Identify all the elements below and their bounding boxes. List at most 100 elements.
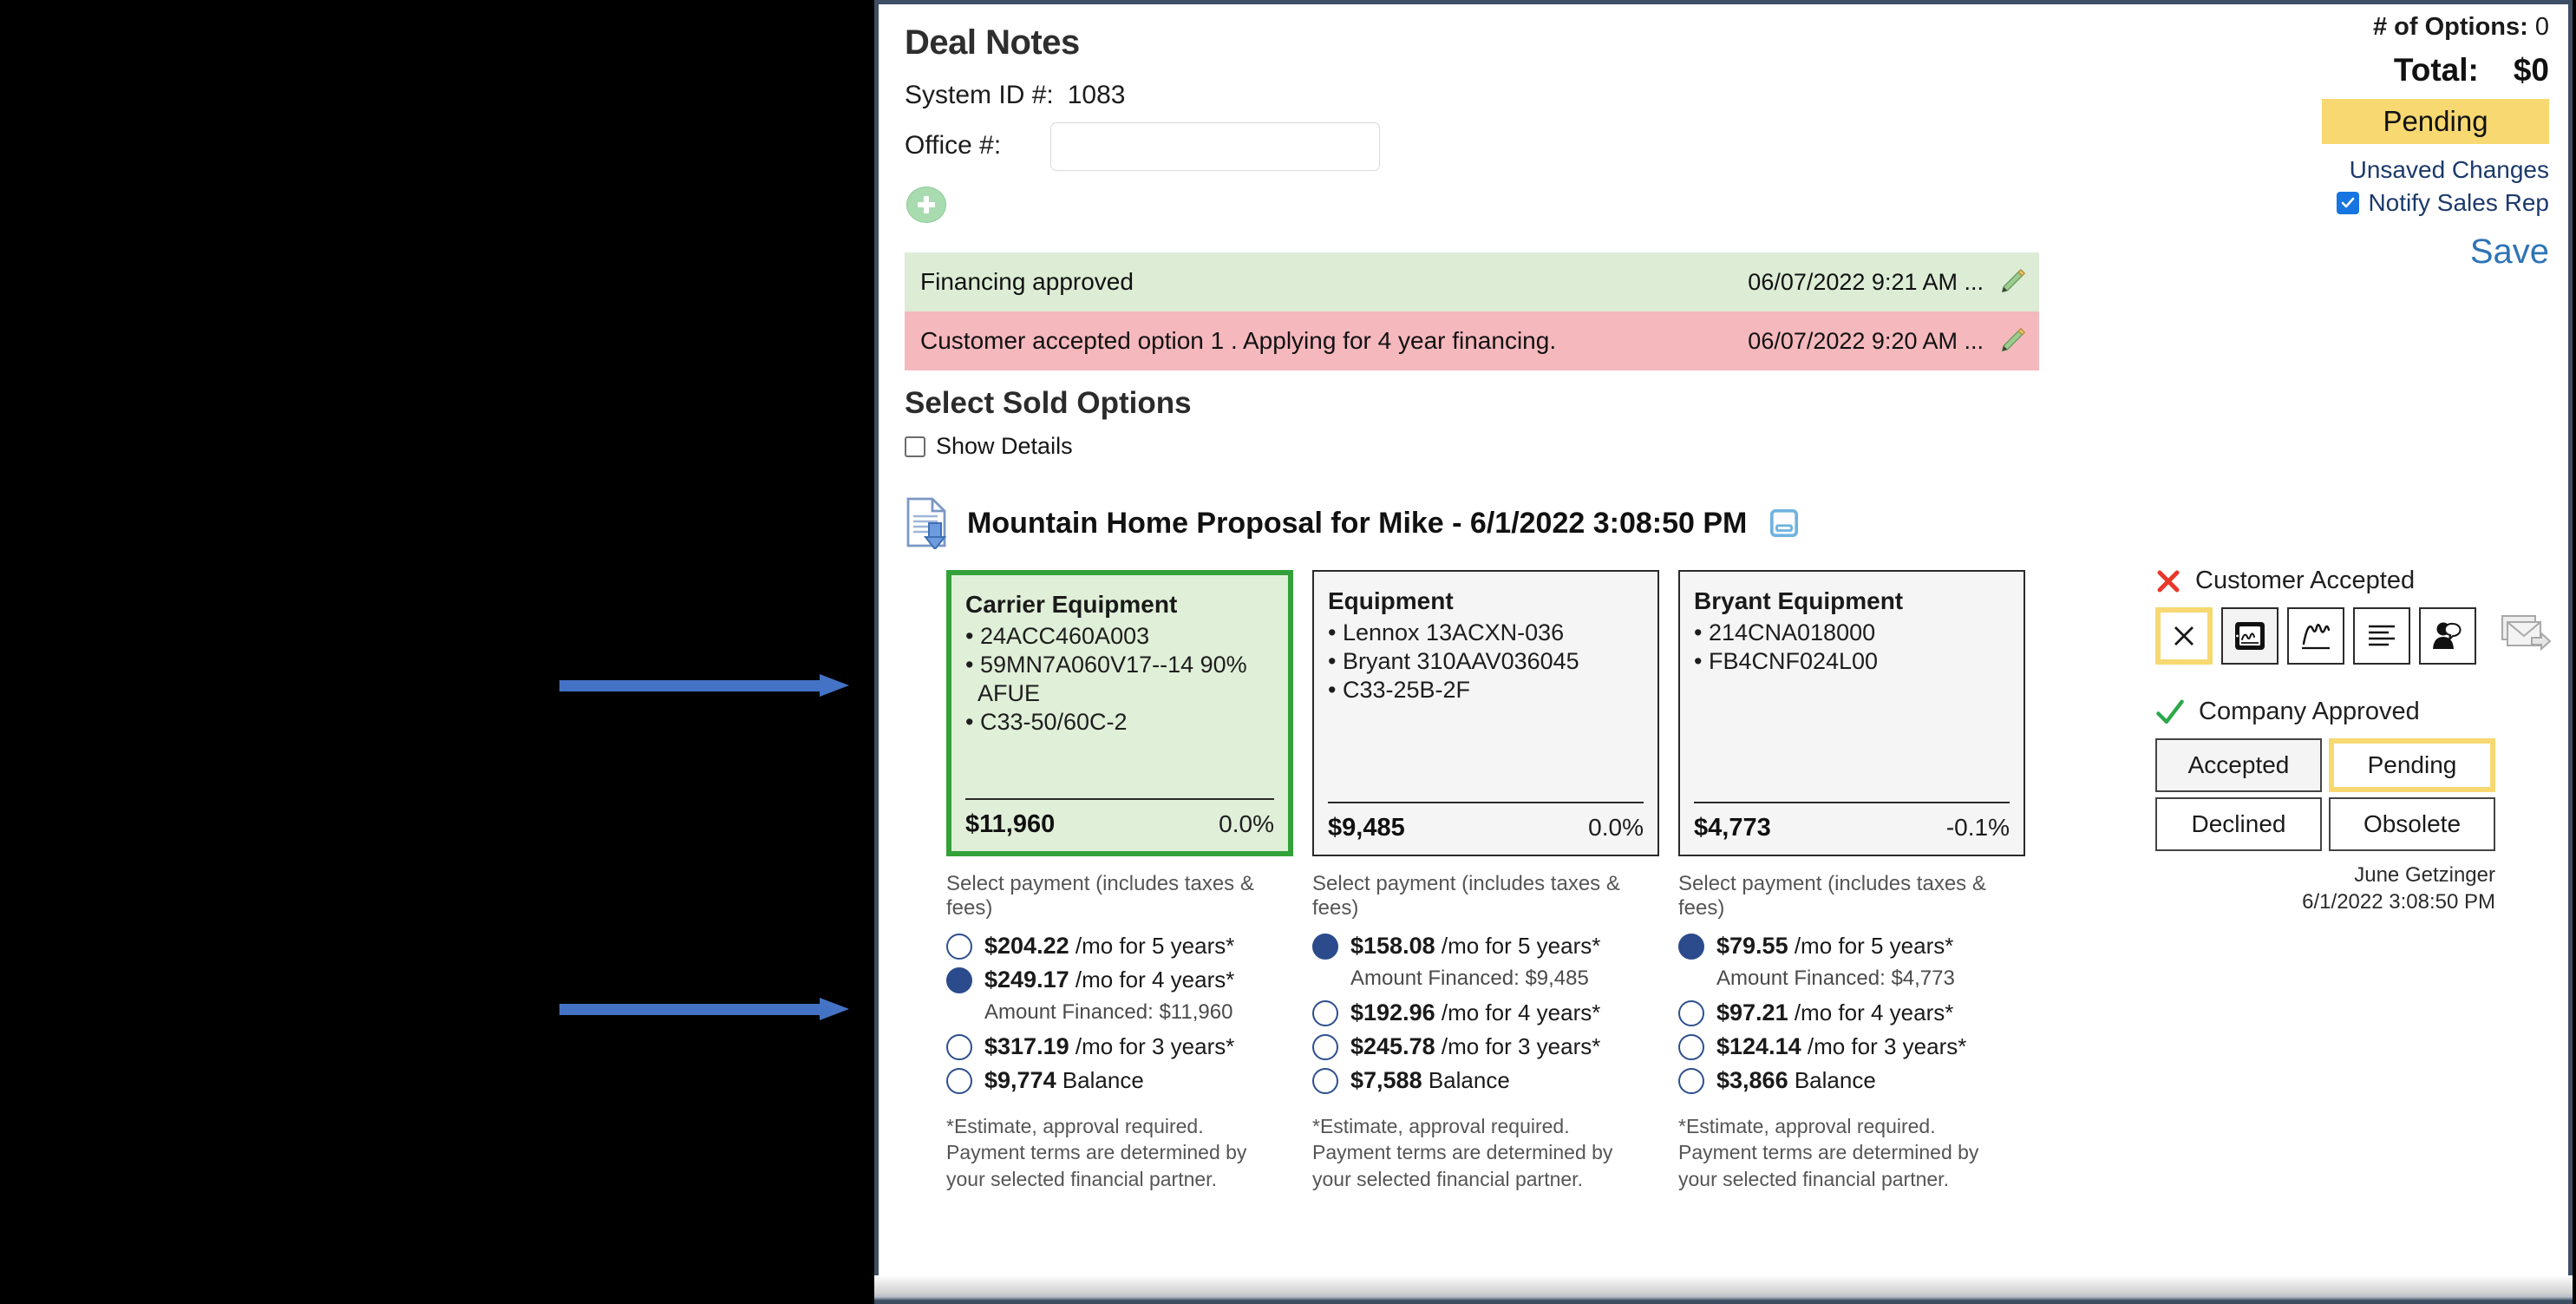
- payment-option[interactable]: $249.17 /mo for 4 years*: [946, 967, 1293, 993]
- signature-button-row: [2155, 607, 2563, 665]
- card-item: 24ACC460A003: [965, 622, 1274, 651]
- payment-option[interactable]: $79.55 /mo for 5 years*: [1678, 933, 2025, 960]
- collapse-icon[interactable]: [1769, 508, 1799, 538]
- status-obsolete-button[interactable]: Obsolete: [2329, 797, 2495, 851]
- status-pending-button[interactable]: Pending: [2329, 738, 2495, 792]
- pencil-icon[interactable]: [1997, 267, 2027, 297]
- payment-option[interactable]: $192.96 /mo for 4 years*: [1312, 999, 1659, 1026]
- office-number-input[interactable]: [1050, 122, 1380, 171]
- payment-option[interactable]: $204.22 /mo for 5 years*: [946, 933, 1293, 960]
- payment-option[interactable]: $97.21 /mo for 4 years*: [1678, 999, 2025, 1026]
- status-declined-button[interactable]: Declined: [2155, 797, 2322, 851]
- show-details-checkbox[interactable]: [905, 436, 925, 457]
- show-details-toggle[interactable]: Show Details: [905, 433, 1073, 460]
- payment-amount: $79.55: [1716, 933, 1788, 959]
- amount-financed: Amount Financed: $11,960: [984, 1000, 1233, 1024]
- payment-radio[interactable]: [1312, 999, 1338, 1026]
- note-row[interactable]: Customer accepted option 1 . Applying fo…: [905, 311, 2039, 370]
- signer-name: June Getzinger: [2354, 863, 2495, 887]
- tablet-signature-icon: [2235, 622, 2265, 650]
- payment-option[interactable]: $245.78 /mo for 3 years*: [1312, 1033, 1659, 1060]
- payment-option[interactable]: $9,774 Balance: [946, 1067, 1293, 1094]
- card-percent: 0.0%: [1219, 810, 1274, 837]
- payment-radio[interactable]: [946, 967, 972, 993]
- payment-column-header: Select payment (includes taxes & fees): [946, 872, 1254, 920]
- card-percent: -0.1%: [1945, 814, 2010, 841]
- horizontal-scrollbar[interactable]: [874, 1275, 2573, 1304]
- payment-radio[interactable]: [946, 1033, 972, 1060]
- option-card[interactable]: Equipment Lennox 13ACXN-036 Bryant 310AA…: [1312, 570, 1659, 856]
- payment-radio[interactable]: [946, 933, 972, 960]
- payment-radio[interactable]: [1678, 1067, 1704, 1094]
- note-text: Customer accepted option 1 . Applying fo…: [920, 327, 1557, 354]
- annotation-arrow-1: [559, 674, 849, 697]
- check-green-icon: [2156, 699, 2184, 724]
- payment-label: $9,774 Balance: [984, 1067, 1144, 1094]
- status-badge[interactable]: Pending: [2322, 99, 2549, 144]
- signature-button[interactable]: [2287, 607, 2344, 665]
- total-label: Total:: [2393, 52, 2479, 88]
- card-heading: Carrier Equipment: [965, 591, 1178, 618]
- notify-checkbox[interactable]: [2337, 192, 2360, 214]
- option-cards: Carrier Equipment 24ACC460A003 59MN7A060…: [946, 570, 2025, 856]
- decline-x-button[interactable]: [2155, 607, 2213, 665]
- payment-radio[interactable]: [946, 1067, 972, 1094]
- payment-label: $7,588 Balance: [1350, 1067, 1510, 1094]
- note-date: 06/07/2022 9:20 AM ...: [1748, 327, 1984, 354]
- payment-term: /mo for 4 years*: [1794, 999, 1954, 1026]
- payment-label: $192.96 /mo for 4 years*: [1350, 999, 1600, 1026]
- tablet-signature-button[interactable]: [2221, 607, 2279, 665]
- page-title: Deal Notes: [905, 23, 1080, 62]
- card-footer: $4,773 -0.1%: [1694, 802, 2010, 842]
- payment-radio[interactable]: [1312, 1033, 1338, 1060]
- note-row[interactable]: Financing approved 06/07/2022 9:21 AM ..…: [905, 252, 2039, 311]
- payment-amount: $7,588: [1350, 1067, 1422, 1093]
- x-icon: [2174, 626, 2194, 645]
- option-card[interactable]: Carrier Equipment 24ACC460A003 59MN7A060…: [946, 570, 1293, 856]
- card-footer: $11,960 0.0%: [965, 798, 1274, 839]
- office-number-label: Office #:: [905, 131, 1002, 160]
- lines-document-button[interactable]: [2353, 607, 2410, 665]
- card-heading: Bryant Equipment: [1694, 587, 1904, 614]
- notes-list: Financing approved 06/07/2022 9:21 AM ..…: [905, 252, 2039, 370]
- payment-column-header: Select payment (includes taxes & fees): [1312, 872, 1620, 920]
- person-speech-icon: [2433, 622, 2462, 649]
- notify-sales-rep-toggle[interactable]: Notify Sales Rep: [2322, 189, 2549, 217]
- notify-sales-rep-label: Notify Sales Rep: [2368, 189, 2549, 216]
- payment-radio[interactable]: [1678, 1033, 1704, 1060]
- payment-term: /mo for 5 years*: [1794, 933, 1954, 959]
- payment-term: /mo for 3 years*: [1075, 1033, 1235, 1059]
- screenshot-root: Deal Notes System ID #: 1083 Office #: Fi…: [0, 0, 2576, 1304]
- payment-radio[interactable]: [1678, 933, 1704, 960]
- card-heading: Equipment: [1328, 587, 1454, 614]
- payment-label: $245.78 /mo for 3 years*: [1350, 1033, 1600, 1060]
- payment-amount: $9,774: [984, 1067, 1056, 1093]
- payment-radio[interactable]: [1312, 1067, 1338, 1094]
- payment-option[interactable]: $317.19 /mo for 3 years*: [946, 1033, 1293, 1060]
- payment-radio[interactable]: [1678, 999, 1704, 1026]
- add-note-button[interactable]: [906, 187, 946, 223]
- option-card[interactable]: Bryant Equipment 214CNA018000 FB4CNF024L…: [1678, 570, 2025, 856]
- document-download-icon[interactable]: [905, 497, 950, 549]
- payment-radio[interactable]: [1312, 933, 1338, 960]
- payment-option[interactable]: $7,588 Balance: [1312, 1067, 1659, 1094]
- card-item: C33-50/60C-2: [965, 708, 1274, 737]
- send-email-icon[interactable]: [2499, 613, 2553, 659]
- payment-option[interactable]: $3,866 Balance: [1678, 1067, 2025, 1094]
- customer-accepted-header: Customer Accepted: [2155, 567, 2563, 595]
- payment-option[interactable]: $124.14 /mo for 3 years*: [1678, 1033, 2025, 1060]
- payment-disclaimer: *Estimate, approval required. Payment te…: [946, 1115, 1247, 1190]
- person-speech-button[interactable]: [2419, 607, 2476, 665]
- card-price: $9,485: [1328, 814, 1405, 842]
- lines-document-icon: [2369, 625, 2395, 646]
- card-item: C33-25B-2F: [1328, 676, 1644, 704]
- status-accepted-button[interactable]: Accepted: [2155, 738, 2322, 792]
- save-button[interactable]: Save: [2322, 233, 2549, 272]
- payment-option[interactable]: $158.08 /mo for 5 years*: [1312, 933, 1659, 960]
- payment-column: Select payment (includes taxes & fees) $…: [1312, 872, 1659, 1192]
- pencil-icon[interactable]: [1997, 326, 2027, 356]
- payment-columns: Select payment (includes taxes & fees) $…: [946, 872, 2025, 1192]
- card-item-list: 214CNA018000 FB4CNF024L00: [1694, 619, 2010, 676]
- payment-amount: $124.14: [1716, 1033, 1801, 1059]
- payment-column: Select payment (includes taxes & fees) $…: [1678, 872, 2025, 1192]
